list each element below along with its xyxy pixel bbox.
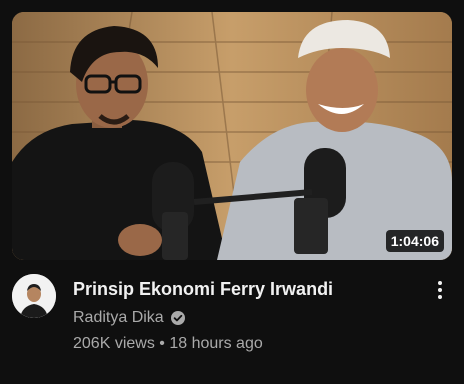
- channel-name-row[interactable]: Raditya Dika: [73, 308, 186, 328]
- stats-separator: •: [159, 335, 165, 352]
- video-thumbnail[interactable]: 1:04:06: [12, 12, 452, 260]
- video-title[interactable]: Prinsip Ekonomi Ferry Irwandi: [73, 278, 413, 300]
- duration-badge: 1:04:06: [385, 230, 444, 252]
- video-meta: Prinsip Ekonomi Ferry Irwandi Raditya Di…: [12, 272, 452, 372]
- thumbnail-image: [12, 12, 452, 260]
- video-card[interactable]: 1:04:06 Prinsip Ekonomi Ferry Irwandi Ra…: [0, 0, 464, 384]
- channel-avatar[interactable]: [12, 274, 56, 318]
- channel-name[interactable]: Raditya Dika: [73, 308, 164, 328]
- upload-age: 18 hours ago: [169, 335, 263, 352]
- video-stats: 206K views • 18 hours ago: [73, 334, 263, 354]
- more-vert-icon: [438, 281, 442, 285]
- more-options-button[interactable]: [428, 276, 452, 304]
- more-vert-icon-dot: [438, 295, 442, 299]
- view-count: 206K views: [73, 335, 155, 352]
- more-vert-icon-dot: [438, 288, 442, 292]
- avatar-icon: [12, 274, 56, 318]
- verified-check-icon: [170, 311, 185, 325]
